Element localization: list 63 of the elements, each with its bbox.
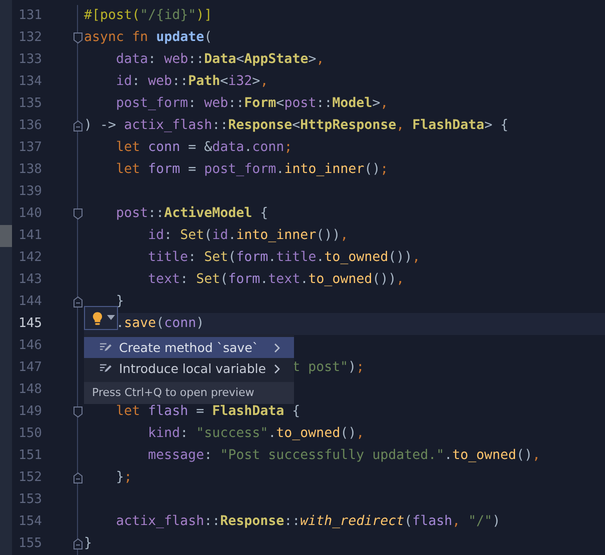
- line-number: 155: [18, 535, 42, 553]
- code-line: post_form: web::Form<post::Model>,: [116, 96, 388, 111]
- code-line: data: web::Data<AppState>,: [116, 52, 324, 67]
- code-line: }: [84, 536, 92, 551]
- edit-lines-icon: [99, 342, 112, 353]
- code-line: message: "Post successfully updated.".to_owned(),: [148, 448, 540, 463]
- code-line: actix_flash::Response::with_redirect(flash, "/"): [116, 514, 500, 529]
- line-number: 152: [18, 469, 42, 487]
- intention-bulb-button[interactable]: [84, 306, 118, 330]
- edit-lines-icon: [99, 363, 112, 374]
- code-line: };: [116, 470, 132, 485]
- fold-icon[interactable]: [73, 120, 83, 132]
- fold-icon[interactable]: [73, 208, 83, 220]
- line-number: 150: [18, 425, 42, 443]
- fold-icon[interactable]: [73, 406, 83, 418]
- line-number: 154: [18, 513, 42, 531]
- chevron-right-icon: [274, 364, 280, 374]
- menu-item[interactable]: Create method `save`: [84, 337, 294, 358]
- line-number: 138: [18, 161, 42, 179]
- menu-item[interactable]: Introduce local variable: [84, 358, 294, 379]
- fold-icon[interactable]: [73, 32, 83, 44]
- code-line: post::ActiveModel {: [116, 206, 268, 221]
- code-line: let conn = &data.conn;: [116, 140, 292, 155]
- code-line: text: Set(form.text.to_owned()),: [148, 272, 404, 287]
- fold-icon[interactable]: [73, 296, 83, 308]
- line-number: 149: [18, 403, 42, 421]
- chevron-right-icon: [274, 342, 280, 352]
- code-line: #[post("/{id}")]: [84, 8, 212, 23]
- line-number: 145: [18, 315, 42, 333]
- caret-icon: [107, 315, 115, 321]
- code-line: title: Set(form.title.to_owned()),: [148, 250, 420, 265]
- code-line: id: Set(id.into_inner()),: [148, 228, 348, 243]
- line-number: 146: [18, 337, 42, 355]
- code-line: let flash = FlashData {: [116, 404, 300, 419]
- line-number: 148: [18, 381, 42, 399]
- line-number: 151: [18, 447, 42, 465]
- code-line: }: [116, 294, 124, 309]
- line-number: 140: [18, 205, 42, 223]
- code-line: kind: "success".to_owned(),: [148, 426, 364, 441]
- fold-icon[interactable]: [73, 472, 83, 484]
- line-number: 137: [18, 139, 42, 157]
- code-line: ) -> actix_flash::Response<HttpResponse, FlashData> {: [84, 118, 508, 133]
- line-number: 147: [18, 359, 42, 377]
- line-number: 143: [18, 271, 42, 289]
- line-number: 133: [18, 51, 42, 69]
- code-line: id: web::Path<i32>,: [116, 74, 268, 89]
- line-number: 153: [18, 491, 42, 509]
- line-number: 135: [18, 95, 42, 113]
- code-line: async fn update(: [84, 30, 212, 45]
- fold-icon[interactable]: [73, 538, 83, 550]
- code-line: .save(conn): [116, 316, 204, 331]
- line-number: 142: [18, 249, 42, 267]
- line-number: 141: [18, 227, 42, 245]
- lightbulb-icon: [92, 310, 103, 326]
- preview-hint: Press Ctrl+Q to open preview: [84, 382, 294, 404]
- line-number: 131: [18, 7, 42, 25]
- line-number: 139: [18, 183, 42, 201]
- line-number: 134: [18, 73, 42, 91]
- code-line: let form = post_form.into_inner();: [116, 162, 388, 177]
- line-number: 136: [18, 117, 42, 135]
- line-number: 144: [18, 293, 42, 311]
- line-number: 132: [18, 29, 42, 47]
- code-line: t post");: [292, 360, 364, 375]
